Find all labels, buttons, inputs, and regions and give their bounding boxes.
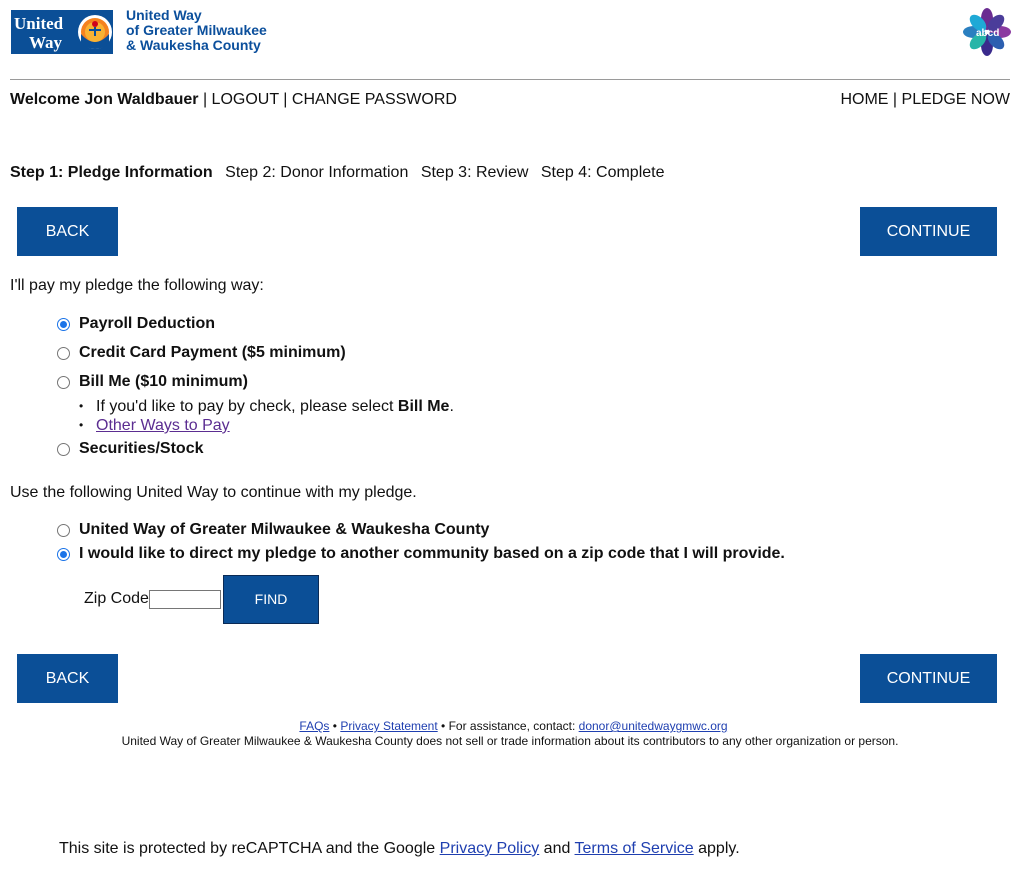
faqs-link[interactable]: FAQs [299, 719, 329, 733]
unitedway-prompt: Use the following United Way to continue… [10, 484, 417, 501]
radio-zip-community[interactable] [57, 547, 70, 561]
logo-mark-line-2: Way [29, 33, 63, 52]
nav-separator: | [202, 91, 208, 108]
welcome-text: Welcome Jon Waldbauer [10, 91, 199, 108]
step-2: Step 2: Donor Information [225, 164, 409, 181]
header-divider [10, 79, 1010, 80]
payment-option-label: Credit Card Payment ($5 minimum) [79, 344, 346, 361]
payment-option-securities[interactable]: Securities/Stock [57, 440, 204, 458]
logout-link[interactable]: LOGOUT [212, 91, 279, 108]
find-button[interactable]: FIND [223, 575, 319, 624]
bullet-icon: • [79, 418, 84, 432]
abcd-flower-logo: abcd [963, 8, 1011, 56]
nav-separator: | [892, 91, 898, 108]
footer-bullet: • [441, 719, 446, 733]
step-progress: Step 1: Pledge Information Step 2: Donor… [10, 164, 673, 182]
check-note: If you'd like to pay by check, please se… [96, 398, 454, 415]
other-ways-to-pay-link[interactable]: Other Ways to Pay [96, 416, 230, 435]
radio-bill-me[interactable] [57, 375, 70, 389]
privacy-statement-link[interactable]: Privacy Statement [340, 719, 437, 733]
unitedway-option-zip[interactable]: I would like to direct my pledge to anot… [57, 545, 785, 563]
footer-links: FAQs • Privacy Statement • For assistanc… [0, 719, 1027, 733]
org-name-line-2: of Greater Milwaukee [126, 22, 267, 38]
unitedway-option-label: United Way of Greater Milwaukee & Waukes… [79, 521, 490, 538]
org-name-line-3: & Waukesha County [126, 37, 261, 53]
continue-button-top[interactable]: CONTINUE [860, 207, 997, 256]
unitedway-option-label: I would like to direct my pledge to anot… [79, 545, 785, 562]
pledge-now-link[interactable]: PLEDGE NOW [902, 91, 1010, 108]
list-item: • Other Ways to Pay [79, 416, 454, 435]
payment-prompt: I'll pay my pledge the following way: [10, 277, 264, 294]
bill-me-notes: • If you'd like to pay by check, please … [79, 397, 454, 435]
site-header: United Way United Way of Greater Milwauk… [0, 0, 1027, 80]
radio-credit-card[interactable] [57, 346, 70, 360]
org-name: United Way of Greater Milwaukee & Waukes… [126, 8, 267, 53]
privacy-disclaimer: United Way of Greater Milwaukee & Waukes… [121, 734, 899, 748]
step-3: Step 3: Review [420, 164, 529, 181]
radio-local-unitedway[interactable] [57, 523, 70, 537]
contact-email-link[interactable]: donor@unitedwaygmwc.org [579, 719, 728, 733]
payment-option-label: Payroll Deduction [79, 315, 216, 332]
united-way-logo[interactable]: United Way [11, 10, 113, 54]
bullet-icon: • [79, 399, 84, 413]
google-privacy-policy-link[interactable]: Privacy Policy [440, 840, 540, 857]
step-4: Step 4: Complete [540, 164, 665, 181]
unitedway-option-local[interactable]: United Way of Greater Milwaukee & Waukes… [57, 521, 489, 539]
google-terms-link[interactable]: Terms of Service [575, 840, 694, 857]
radio-payroll[interactable] [57, 317, 70, 331]
site-nav: HOME | PLEDGE NOW [840, 91, 1010, 109]
radio-securities[interactable] [57, 442, 70, 456]
list-item: • If you'd like to pay by check, please … [79, 397, 454, 416]
nav-separator: | [283, 91, 288, 108]
change-password-link[interactable]: CHANGE PASSWORD [292, 91, 457, 108]
logo-mark-line-1: United [14, 14, 64, 33]
recaptcha-notice: This site is protected by reCAPTCHA and … [59, 840, 740, 857]
payment-option-bill-me[interactable]: Bill Me ($10 minimum) [57, 373, 248, 391]
back-button-bottom[interactable]: BACK [17, 654, 118, 703]
org-name-line-1: United Way [126, 7, 202, 23]
assistance-text: For assistance, contact: [448, 719, 576, 733]
payment-option-label: Securities/Stock [79, 440, 204, 457]
payment-option-credit-card[interactable]: Credit Card Payment ($5 minimum) [57, 344, 346, 362]
home-link[interactable]: HOME [840, 91, 888, 108]
payment-option-label: Bill Me ($10 minimum) [79, 373, 248, 390]
continue-button-bottom[interactable]: CONTINUE [860, 654, 997, 703]
zip-code-label: Zip Code [84, 590, 149, 607]
step-1: Step 1: Pledge Information [10, 164, 213, 181]
user-nav: Welcome Jon Waldbauer | LOGOUT | CHANGE … [10, 91, 457, 109]
payment-option-payroll[interactable]: Payroll Deduction [57, 315, 215, 333]
zip-code-input[interactable] [149, 590, 221, 609]
footer-bullet: • [332, 719, 337, 733]
abcd-badge-text: abcd [976, 28, 999, 39]
back-button-top[interactable]: BACK [17, 207, 118, 256]
